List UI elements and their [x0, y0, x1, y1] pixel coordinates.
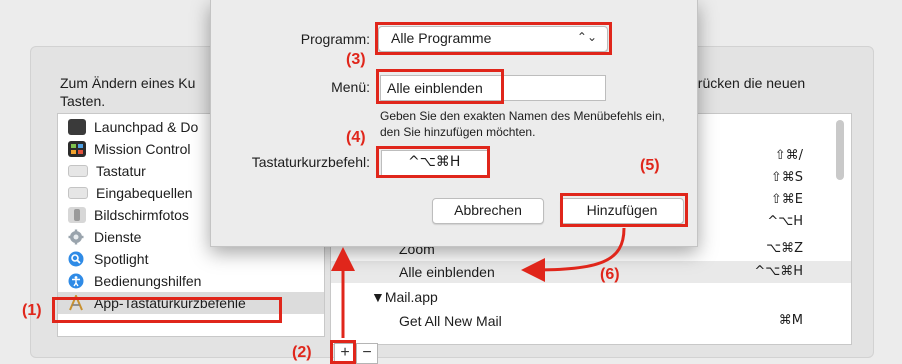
annotation-step-2: (2) [292, 344, 312, 361]
cancel-button[interactable]: Abbrechen [432, 198, 544, 224]
shortcut-keys: ⌘M [778, 313, 803, 328]
scrollbar[interactable] [836, 120, 844, 180]
shortcut-row-selected[interactable]: Alle einblenden ^⌥⌘H [331, 261, 851, 283]
shortcut-keys: ⇧⌘S [770, 170, 803, 185]
category-label: Launchpad & Do [94, 119, 199, 135]
shortcut-keys: ^⌥⌘H [754, 264, 803, 279]
annotation-step-4: (4) [346, 129, 366, 146]
shortcut-row[interactable]: Get All New Mail ⌘M [331, 310, 851, 332]
shortcut-keys: ^⌥H [767, 214, 803, 229]
shortcut-name: Get All New Mail [399, 313, 502, 329]
category-label: Eingabequellen [96, 185, 193, 201]
chevron-updown-icon: ⌃⌄ [576, 30, 597, 44]
add-button[interactable]: Hinzufügen [560, 198, 684, 224]
shortcut-input[interactable]: ^⌥⌘H [381, 150, 489, 176]
menu-hint-text: Geben Sie den exakten Namen des Menübefe… [380, 109, 665, 139]
category-label: App-Tastaturkurzbefehle [94, 295, 246, 311]
shortcut-input-value: ^⌥⌘H [408, 154, 461, 170]
menu-label: Menü: [331, 79, 370, 95]
mission-control-icon [68, 141, 86, 157]
keyboard-icon [68, 165, 88, 177]
category-label: Bildschirmfotos [94, 207, 189, 223]
annotation-step-6: (6) [600, 266, 620, 283]
remove-shortcut-button[interactable]: − [356, 343, 378, 364]
shortcut-keys: ⇧⌘/ [774, 148, 803, 163]
app-group-name: ▼Mail.app [371, 289, 438, 305]
program-select[interactable]: Alle Programme ⌃⌄ [378, 26, 608, 52]
launchpad-icon [68, 119, 86, 135]
shortcut-keys: ⌥⌘Z [766, 241, 803, 256]
shortcut-keys: ⇧⌘E [770, 192, 803, 207]
instruction-text-right: drücken die neuen [690, 75, 806, 91]
add-shortcut-button[interactable]: + [334, 343, 356, 364]
spotlight-icon [68, 251, 86, 267]
category-label: Tastatur [96, 163, 146, 179]
accessibility-icon [68, 273, 86, 289]
annotation-step-1: (1) [22, 302, 42, 319]
gear-icon [68, 229, 86, 245]
category-label: Dienste [94, 229, 142, 245]
shortcut-label: Tastaturkurzbefehl: [251, 154, 370, 170]
app-shortcuts-icon [68, 293, 86, 311]
annotation-step-5: (5) [640, 157, 660, 174]
category-label: Spotlight [94, 251, 149, 267]
app-group-row[interactable]: ▼Mail.app [331, 286, 851, 308]
category-label: Bedienungshilfen [94, 273, 202, 289]
instruction-text-left: Zum Ändern eines Ku Tasten. [60, 75, 196, 109]
category-item-app-shortcuts[interactable]: App-Tastaturkurzbefehle [58, 292, 324, 314]
input-sources-icon [68, 187, 88, 199]
category-item-spotlight[interactable]: Spotlight [58, 248, 324, 270]
category-item-accessibility[interactable]: Bedienungshilfen [58, 270, 324, 292]
screenshot-icon [68, 207, 86, 223]
add-remove-controls: + − [330, 343, 390, 364]
category-label: Mission Control [94, 141, 191, 157]
program-label: Programm: [300, 31, 370, 47]
menu-title-value: Alle einblenden [387, 80, 483, 96]
shortcut-name: Alle einblenden [399, 264, 495, 280]
annotation-step-3: (3) [346, 51, 366, 68]
program-select-value: Alle Programme [391, 30, 492, 46]
menu-title-input[interactable]: Alle einblenden [380, 75, 606, 101]
